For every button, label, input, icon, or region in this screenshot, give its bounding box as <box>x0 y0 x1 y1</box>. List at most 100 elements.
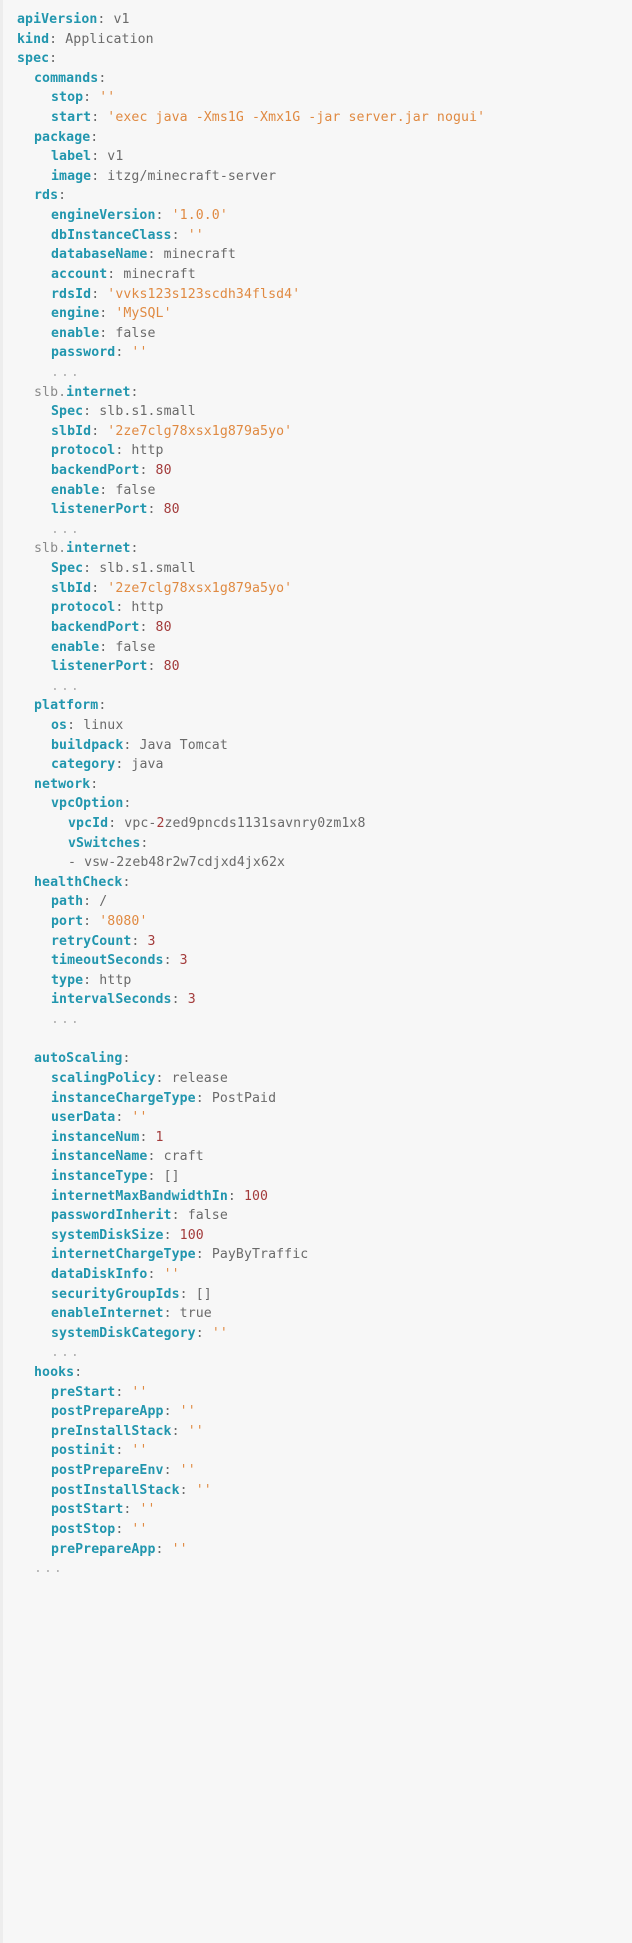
yaml-key: enableInternet <box>51 1306 164 1322</box>
yaml-line: image: itzg/minecraft-server <box>3 167 632 187</box>
yaml-key: healthCheck <box>34 874 123 890</box>
yaml-key: postPrepareApp <box>51 1404 164 1420</box>
yaml-key-prefix: slb. <box>34 541 67 557</box>
yaml-line: label: v1 <box>3 147 632 167</box>
yaml-key: enable <box>51 482 100 498</box>
yaml-line: commands: <box>3 69 632 89</box>
yaml-line: prePrepareApp: '' <box>3 1540 632 1560</box>
yaml-ellipsis: ... <box>51 678 81 694</box>
yaml-colon: : <box>123 796 132 812</box>
yaml-colon: : <box>83 90 92 106</box>
yaml-space <box>164 1071 172 1086</box>
yaml-value: false <box>115 325 156 341</box>
yaml-line: package: <box>3 128 632 148</box>
yaml-space <box>156 659 164 674</box>
yaml-colon: : <box>140 835 149 851</box>
yaml-line: postinit: '' <box>3 1441 632 1461</box>
yaml-value: '1.0.0' <box>171 208 228 224</box>
yaml-key: internetChargeType <box>51 1247 196 1263</box>
yaml-colon: : <box>163 1404 172 1420</box>
yaml-key: enable <box>51 325 100 341</box>
yaml-line: ... <box>3 1010 632 1030</box>
yaml-space <box>172 1463 180 1478</box>
yaml-key: postInstallStack <box>51 1482 180 1498</box>
yaml-line: enableInternet: true <box>3 1304 632 1324</box>
yaml-line: internetChargeType: PayByTraffic <box>3 1245 632 1265</box>
yaml-key: image <box>51 168 92 184</box>
yaml-key: kind <box>17 31 50 47</box>
yaml-colon: : <box>147 1168 156 1184</box>
yaml-line: healthCheck: <box>3 873 632 893</box>
yaml-value: minecraft <box>163 247 236 263</box>
yaml-key: backendPort <box>51 619 140 635</box>
yaml-value: PostPaid <box>211 1090 277 1106</box>
yaml-line: retryCount: 3 <box>3 932 632 952</box>
yaml-colon: : <box>147 659 156 675</box>
yaml-space <box>156 1149 164 1164</box>
yaml-key: engineVersion <box>51 208 156 224</box>
yaml-colon: : <box>195 1247 204 1263</box>
yaml-line: postStart: '' <box>3 1500 632 1520</box>
yaml-space <box>75 718 83 733</box>
yaml-space <box>105 12 113 27</box>
yaml-key-prefix: slb. <box>34 384 67 400</box>
yaml-line: - vsw-2zeb48r2w7cdjxd4jx62x <box>3 853 632 873</box>
yaml-key: instanceType <box>51 1168 148 1184</box>
yaml-value: Java Tomcat <box>139 737 228 753</box>
yaml-line: vpcOption: <box>3 794 632 814</box>
yaml-colon: : <box>163 1463 172 1479</box>
yaml-line: instanceChargeType: PostPaid <box>3 1089 632 1109</box>
yaml-value: '' <box>163 1267 180 1282</box>
yaml-value: 80 <box>163 659 180 675</box>
yaml-space <box>204 1091 212 1106</box>
yaml-value: false <box>115 482 156 498</box>
yaml-line: account: minecraft <box>3 265 632 285</box>
yaml-line: postPrepareApp: '' <box>3 1402 632 1422</box>
yaml-space <box>156 1169 164 1184</box>
yaml-value: craft <box>163 1149 204 1165</box>
yaml-value: [] <box>163 1168 180 1184</box>
yaml-key: internet <box>66 384 131 400</box>
yaml-space <box>172 1404 180 1419</box>
yaml-line: postStop: '' <box>3 1520 632 1540</box>
yaml-key: rds <box>34 188 59 204</box>
yaml-space <box>180 1424 188 1439</box>
yaml-line: timeoutSeconds: 3 <box>3 951 632 971</box>
yaml-colon: : <box>179 1482 188 1498</box>
yaml-colon: : <box>90 776 99 792</box>
yaml-ellipsis: ... <box>51 521 81 537</box>
yaml-colon: : <box>171 992 180 1008</box>
yaml-value: '' <box>139 1502 156 1518</box>
yaml-key: instanceChargeType <box>51 1090 196 1106</box>
yaml-space <box>180 1208 188 1223</box>
yaml-line: dbInstanceClass: '' <box>3 226 632 246</box>
yaml-line: passwordInherit: false <box>3 1206 632 1226</box>
yaml-space <box>180 228 188 243</box>
yaml-space <box>156 1267 164 1282</box>
yaml-value: http <box>131 600 164 616</box>
yaml-colon: : <box>163 953 172 969</box>
yaml-key: intervalSeconds <box>51 992 172 1008</box>
yaml-value: '' <box>131 1443 148 1459</box>
yaml-line: type: http <box>3 971 632 991</box>
yaml-colon: : <box>179 1286 188 1302</box>
yaml-code-block[interactable]: apiVersion: v1 kind: Application spec: comm… <box>0 0 632 1943</box>
yaml-line: Spec: slb.s1.small <box>3 559 632 579</box>
yaml-line: path: / <box>3 892 632 912</box>
yaml-line: protocol: http <box>3 441 632 461</box>
yaml-space <box>188 1483 196 1498</box>
yaml-line: ... <box>3 1343 632 1363</box>
yaml-colon: : <box>122 874 131 890</box>
yaml-key: instanceNum <box>51 1129 140 1145</box>
yaml-sequence-item: - vsw-2zeb48r2w7cdjxd4jx62x <box>68 855 286 871</box>
yaml-value: '' <box>179 1463 196 1479</box>
yaml-key: postStop <box>51 1521 116 1537</box>
yaml-key: port <box>51 914 84 930</box>
yaml-line: postInstallStack: '' <box>3 1481 632 1501</box>
yaml-line: stop: '' <box>3 88 632 108</box>
yaml-value: linux <box>83 717 124 733</box>
yaml-key: Spec <box>51 561 84 577</box>
yaml-key: spec <box>17 51 50 67</box>
yaml-line: userData: '' <box>3 1108 632 1128</box>
yaml-line: vpcId: vpc-2zed9pncds1131savnry0zm1x8 <box>3 814 632 834</box>
